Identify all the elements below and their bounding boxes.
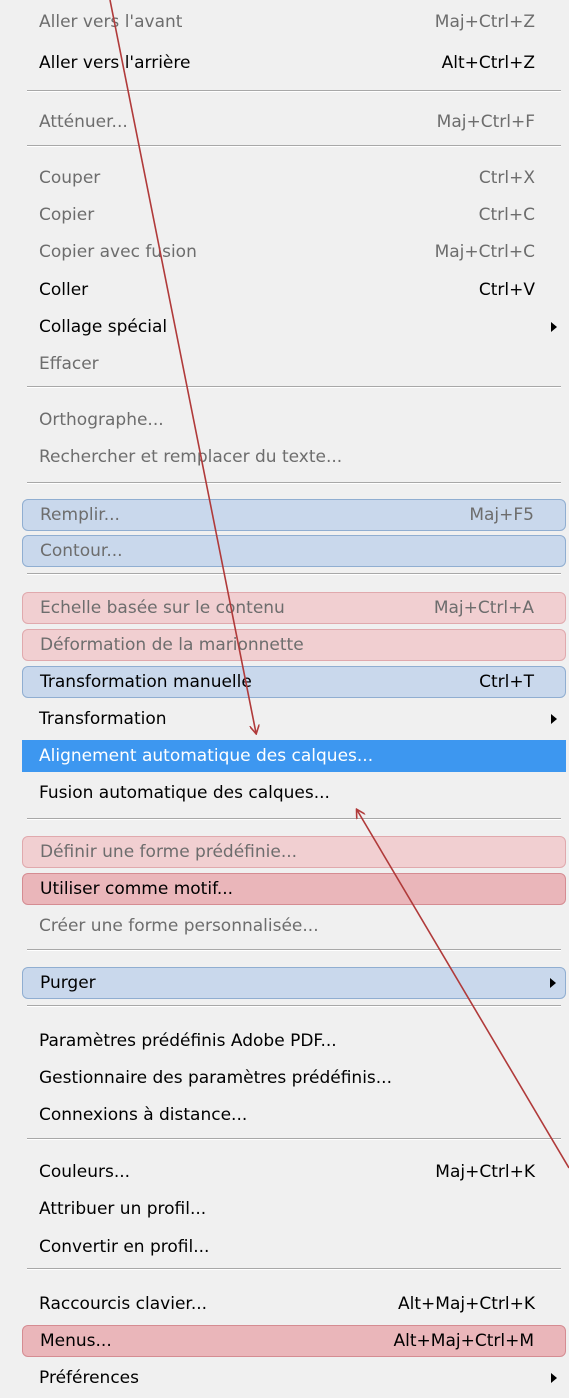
menu-item-shortcut: Maj+Ctrl+A — [433, 598, 534, 618]
menu-item-label: Rechercher et remplacer du texte... — [39, 447, 343, 467]
menu-item-shortcut: Alt+Ctrl+Z — [441, 53, 535, 73]
menu-separator — [27, 1005, 561, 1007]
menu-separator — [27, 145, 561, 147]
menu-item-label: Raccourcis clavier... — [39, 1294, 208, 1314]
menu-item-fusion-automatique-des-calques[interactable]: Fusion automatique des calques... — [22, 777, 566, 809]
menu-item-label: Remplir... — [40, 505, 120, 525]
menu-separator — [27, 573, 561, 575]
menu-item-label: Contour... — [40, 541, 123, 561]
menu-item-label: Effacer — [39, 354, 99, 374]
menu-item-coller[interactable]: Coller Ctrl+V — [22, 274, 566, 306]
menu-separator — [27, 949, 561, 951]
menu-item-label: Copier — [39, 205, 95, 225]
menu-item-remplir[interactable]: Remplir... Maj+F5 — [22, 499, 566, 531]
menu-item-parametres-predefinis-adobe-pdf[interactable]: Paramètres prédéfinis Adobe PDF... — [22, 1025, 566, 1057]
menu-item-label: Déformation de la marionnette — [40, 635, 304, 655]
menu-item-effacer[interactable]: Effacer — [22, 348, 566, 380]
submenu-arrow-icon — [550, 978, 556, 988]
menu-item-convertir-en-profil[interactable]: Convertir en profil... — [22, 1231, 566, 1263]
menu-item-transformation-manuelle[interactable]: Transformation manuelle Ctrl+T — [22, 666, 566, 698]
submenu-arrow-icon — [551, 322, 557, 332]
menu-item-label: Paramètres prédéfinis Adobe PDF... — [39, 1031, 337, 1051]
menu-item-shortcut: Maj+Ctrl+Z — [434, 12, 535, 32]
menu-item-label: Echelle basée sur le contenu — [40, 598, 285, 618]
menu-separator — [27, 1138, 561, 1140]
submenu-arrow-icon — [551, 1373, 557, 1383]
menu-item-label: Définir une forme prédéfinie... — [40, 842, 298, 862]
menu-item-shortcut: Ctrl+T — [479, 672, 534, 692]
menu-item-purger[interactable]: Purger — [22, 967, 566, 999]
menu-item-deformation-de-la-marionnette[interactable]: Déformation de la marionnette — [22, 629, 566, 661]
menu-item-label: Transformation manuelle — [40, 672, 252, 692]
menu-item-label: Transformation — [39, 709, 167, 729]
menu-item-label: Alignement automatique des calques... — [39, 746, 374, 766]
menu-item-shortcut: Ctrl+X — [478, 168, 535, 188]
menu-item-label: Couper — [39, 168, 101, 188]
menu-item-label: Utiliser comme motif... — [40, 879, 234, 899]
menu-item-echelle-basee-sur-le-contenu[interactable]: Echelle basée sur le contenu Maj+Ctrl+A — [22, 592, 566, 624]
menu-item-attenuer[interactable]: Atténuer... Maj+Ctrl+F — [22, 106, 566, 138]
menu-item-shortcut: Alt+Maj+Ctrl+K — [398, 1294, 535, 1314]
menu-item-rechercher-et-remplacer-du-texte[interactable]: Rechercher et remplacer du texte... — [22, 441, 566, 473]
menu-item-raccourcis-clavier[interactable]: Raccourcis clavier... Alt+Maj+Ctrl+K — [22, 1288, 566, 1320]
menu-item-transformation[interactable]: Transformation — [22, 703, 566, 735]
menu-item-label: Aller vers l'arrière — [39, 53, 191, 73]
menu-item-creer-une-forme-personnalisee[interactable]: Créer une forme personnalisée... — [22, 910, 566, 942]
menu-item-label: Copier avec fusion — [39, 242, 197, 262]
menu-item-label: Convertir en profil... — [39, 1237, 210, 1257]
menu-item-label: Connexions à distance... — [39, 1105, 248, 1125]
menu-item-connexions-a-distance[interactable]: Connexions à distance... — [22, 1099, 566, 1131]
menu-item-shortcut: Ctrl+C — [478, 205, 535, 225]
menu-separator — [27, 818, 561, 820]
menu-item-label: Fusion automatique des calques... — [39, 783, 330, 803]
menu-item-collage-special[interactable]: Collage spécial — [22, 311, 566, 343]
menu-item-shortcut: Ctrl+V — [478, 280, 535, 300]
menu-item-preferences[interactable]: Préférences — [22, 1362, 566, 1394]
menu-item-shortcut: Maj+Ctrl+F — [436, 112, 535, 132]
menu-item-attribuer-un-profil[interactable]: Attribuer un profil... — [22, 1193, 566, 1225]
menu-item-copier-avec-fusion[interactable]: Copier avec fusion Maj+Ctrl+C — [22, 236, 566, 268]
menu-item-copier[interactable]: Copier Ctrl+C — [22, 199, 566, 231]
menu-item-contour[interactable]: Contour... — [22, 535, 566, 567]
menu-item-orthographe[interactable]: Orthographe... — [22, 404, 566, 436]
menu-item-couleurs[interactable]: Couleurs... Maj+Ctrl+K — [22, 1156, 566, 1188]
menu-item-definir-une-forme-predefinie[interactable]: Définir une forme prédéfinie... — [22, 836, 566, 868]
menu-item-shortcut: Maj+Ctrl+K — [435, 1162, 535, 1182]
menu-item-couper[interactable]: Couper Ctrl+X — [22, 162, 566, 194]
menu-separator — [27, 90, 561, 92]
menu-item-label: Purger — [40, 973, 96, 993]
edit-menu: Aller vers l'avant Maj+Ctrl+Z Aller vers l… — [0, 0, 569, 1398]
menu-item-shortcut: Alt+Maj+Ctrl+M — [393, 1331, 534, 1351]
menu-item-label: Créer une forme personnalisée... — [39, 916, 319, 936]
menu-item-label: Orthographe... — [39, 410, 164, 430]
menu-separator — [27, 1268, 561, 1270]
menu-item-gestionnaire-des-parametres-predefinis[interactable]: Gestionnaire des paramètres prédéfinis..… — [22, 1062, 566, 1094]
menu-item-label: Menus... — [40, 1331, 112, 1351]
menu-item-label: Attribuer un profil... — [39, 1199, 207, 1219]
menu-item-label: Aller vers l'avant — [39, 12, 183, 32]
menu-item-aller-vers-l-avant[interactable]: Aller vers l'avant Maj+Ctrl+Z — [22, 6, 566, 38]
menu-item-label: Préférences — [39, 1368, 139, 1388]
menu-item-shortcut: Maj+Ctrl+C — [434, 242, 535, 262]
menu-item-label: Atténuer... — [39, 112, 128, 132]
menu-item-menus[interactable]: Menus... Alt+Maj+Ctrl+M — [22, 1325, 566, 1357]
menu-item-utiliser-comme-motif[interactable]: Utiliser comme motif... — [22, 873, 566, 905]
menu-item-label: Coller — [39, 280, 89, 300]
menu-item-shortcut: Maj+F5 — [469, 505, 534, 525]
menu-item-aller-vers-l-arriere[interactable]: Aller vers l'arrière Alt+Ctrl+Z — [22, 47, 566, 79]
menu-separator — [27, 482, 561, 484]
menu-item-label: Gestionnaire des paramètres prédéfinis..… — [39, 1068, 392, 1088]
menu-separator — [27, 386, 561, 388]
submenu-arrow-icon — [551, 714, 557, 724]
menu-item-label: Collage spécial — [39, 317, 168, 337]
menu-item-alignement-automatique-des-calques[interactable]: Alignement automatique des calques... — [22, 740, 566, 772]
menu-item-label: Couleurs... — [39, 1162, 131, 1182]
